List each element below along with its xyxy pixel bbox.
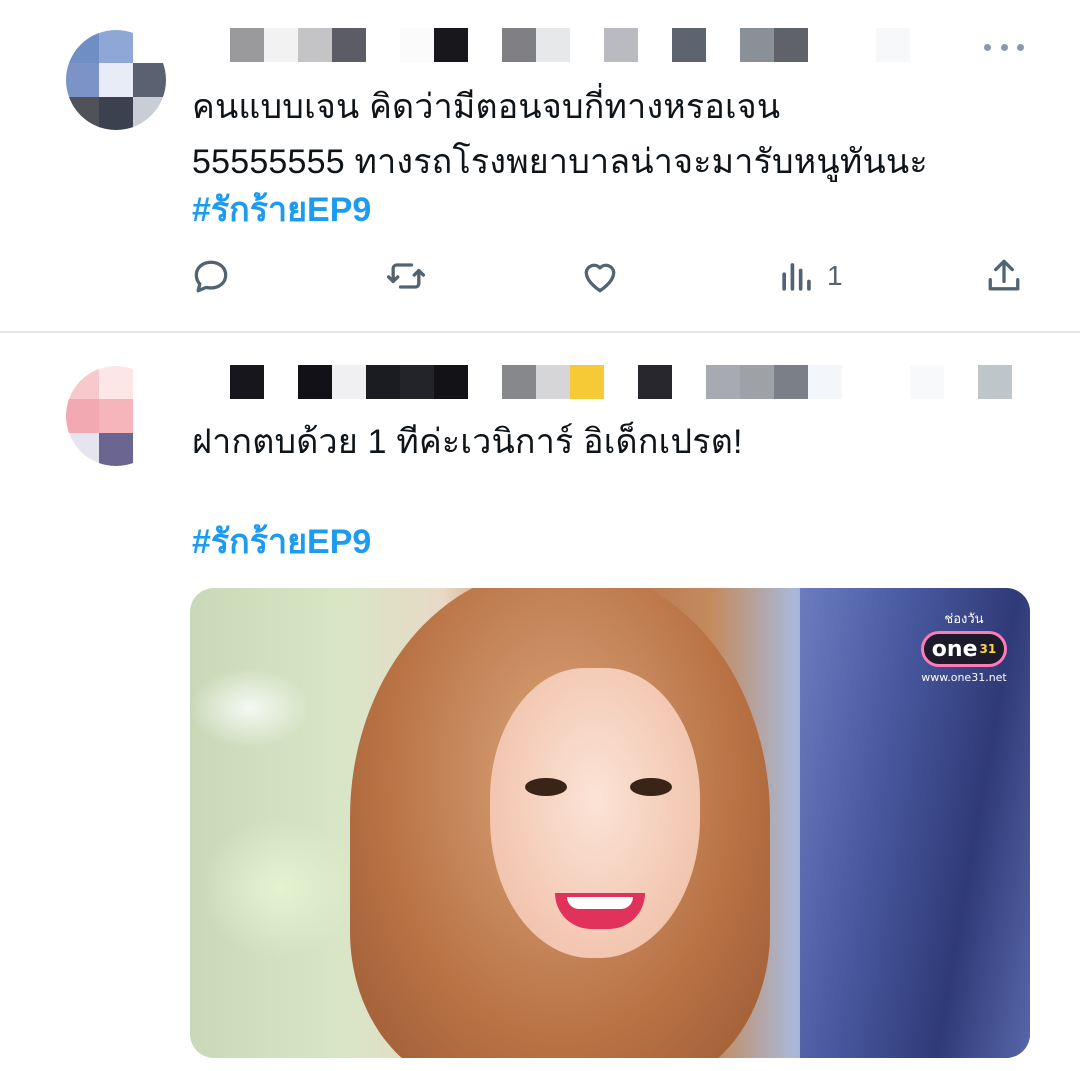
name-pixel <box>570 28 604 62</box>
reply-button[interactable] <box>189 250 233 302</box>
tweet-media-image[interactable]: ช่องวัน one 31 www.one31.net <box>190 588 1030 1058</box>
name-pixel <box>366 28 400 62</box>
name-pixel <box>502 28 536 62</box>
avatar-pixel <box>132 366 166 400</box>
name-pixel <box>876 365 910 399</box>
name-pixel <box>740 365 774 399</box>
name-pixel <box>740 28 774 62</box>
name-pixel <box>706 28 740 62</box>
avatar-pixel <box>99 399 133 433</box>
hashtag-link[interactable]: #รักร้ายEP9 <box>192 183 371 238</box>
name-pixel <box>944 365 978 399</box>
name-pixel <box>604 365 638 399</box>
name-pixel <box>672 28 706 62</box>
name-pixel <box>910 365 944 399</box>
avatar-pixel <box>132 63 166 97</box>
name-pixel <box>706 365 740 399</box>
name-pixel <box>604 28 638 62</box>
name-pixel <box>264 28 298 62</box>
name-pixel <box>638 28 672 62</box>
name-pixel <box>400 365 434 399</box>
user-name-pixelated[interactable] <box>196 28 1012 62</box>
name-pixel <box>774 28 808 62</box>
name-pixel <box>536 365 570 399</box>
avatar-pixel <box>66 63 100 97</box>
channel-logo-caption: ช่องวัน <box>944 612 984 627</box>
name-pixel <box>570 365 604 399</box>
tweet-text-line: 55555555 ทางรถโรงพยาบาลน่าจะมารับหนูทันน… <box>192 143 928 181</box>
name-pixel <box>774 365 808 399</box>
retweet-button[interactable] <box>384 250 428 302</box>
user-name-pixelated[interactable] <box>196 365 1012 399</box>
hashtag-link[interactable]: #รักร้ายEP9 <box>192 515 371 570</box>
retweet-icon <box>386 263 426 289</box>
name-pixel <box>468 365 502 399</box>
views-button[interactable]: 1 <box>775 250 843 302</box>
name-pixel <box>944 28 978 62</box>
avatar-pixel <box>66 366 100 400</box>
name-pixel <box>672 365 706 399</box>
name-pixel <box>332 365 366 399</box>
more-options-icon[interactable] <box>984 40 1024 54</box>
name-pixel <box>400 28 434 62</box>
avatar-pixel <box>99 96 133 130</box>
name-pixel <box>842 365 876 399</box>
avatar-pixel <box>66 96 100 130</box>
heart-icon <box>584 263 616 293</box>
views-count: 1 <box>827 260 843 291</box>
avatar-pixel <box>132 432 166 466</box>
tweet-actions: 1 <box>0 250 1080 306</box>
tweet[interactable]: คนแบบเจน คิดว่ามีตอนจบกี่ทางหรอเจน 55555… <box>0 0 1080 332</box>
share-button[interactable] <box>982 250 1026 302</box>
name-pixel <box>264 365 298 399</box>
name-pixel <box>366 365 400 399</box>
avatar-pixel <box>66 399 100 433</box>
name-pixel <box>502 365 536 399</box>
channel-logo-url: www.one31.net <box>921 671 1007 684</box>
channel-logo: ช่องวัน one 31 www.one31.net <box>916 608 1012 684</box>
name-pixel <box>876 28 910 62</box>
avatar-pixel <box>99 366 133 400</box>
avatar-pixel <box>132 96 166 130</box>
channel-logo-text: one <box>931 636 978 662</box>
tweet-text-line: คนแบบเจน คิดว่ามีตอนจบกี่ทางหรอเจน <box>192 88 781 126</box>
views-chart-icon <box>782 263 811 291</box>
name-pixel <box>638 365 672 399</box>
name-pixel <box>298 28 332 62</box>
name-pixel <box>842 28 876 62</box>
name-pixel <box>298 365 332 399</box>
avatar-pixel <box>99 30 133 64</box>
name-pixel <box>468 28 502 62</box>
name-pixel <box>196 365 230 399</box>
media-eye-shape <box>630 778 672 796</box>
name-pixel <box>434 365 468 399</box>
name-pixel <box>196 28 230 62</box>
tweet[interactable]: ฝากตบด้วย 1 ทีค่ะเวนิการ์ อิเด็กเปรต! #ร… <box>0 333 1080 1071</box>
avatar-pixel <box>66 30 100 64</box>
avatar-pixel <box>132 399 166 433</box>
channel-logo-badge: one 31 <box>921 631 1007 667</box>
avatar[interactable] <box>66 30 166 130</box>
name-pixel <box>808 365 842 399</box>
media-eye-shape <box>525 778 567 796</box>
reply-icon <box>194 260 228 293</box>
name-pixel <box>230 28 264 62</box>
name-pixel <box>978 365 1012 399</box>
name-pixel <box>536 28 570 62</box>
avatar-pixel <box>132 30 166 64</box>
avatar-pixel <box>99 432 133 466</box>
avatar-pixel <box>66 432 100 466</box>
avatar-pixel <box>99 63 133 97</box>
channel-logo-number: 31 <box>979 642 997 656</box>
avatar[interactable] <box>66 366 166 466</box>
like-button[interactable] <box>578 250 622 302</box>
name-pixel <box>230 365 264 399</box>
name-pixel <box>434 28 468 62</box>
tweet-text-line: ฝากตบด้วย 1 ทีค่ะเวนิการ์ อิเด็กเปรต! <box>192 423 743 461</box>
name-pixel <box>910 28 944 62</box>
name-pixel <box>332 28 366 62</box>
name-pixel <box>808 28 842 62</box>
share-icon <box>988 259 1020 291</box>
